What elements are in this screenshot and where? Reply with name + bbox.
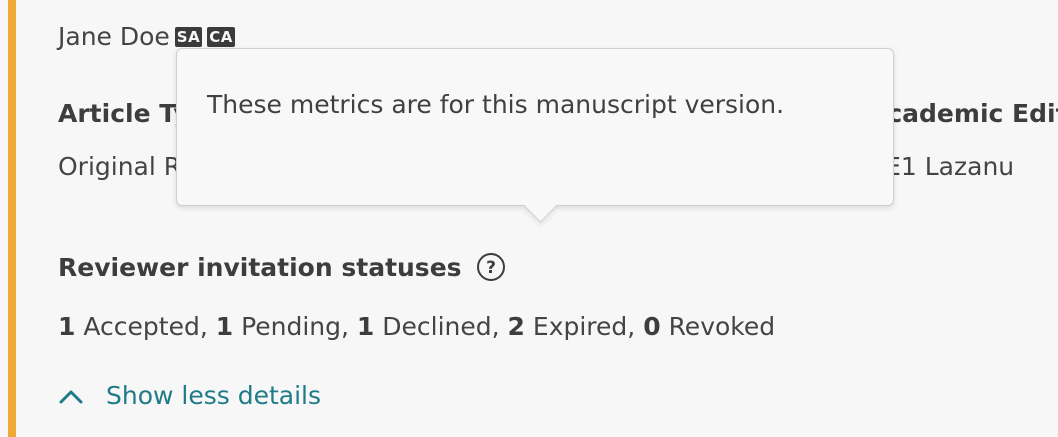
reviewer-statuses-title: Reviewer invitation statuses: [58, 252, 462, 282]
chevron-up-icon: [59, 390, 83, 403]
author-badge-ca: CA: [207, 26, 235, 47]
show-less-details-link[interactable]: Show less details: [58, 381, 321, 410]
status-item: 1 Accepted,: [58, 312, 208, 341]
status-label: Pending,: [241, 312, 349, 341]
status-item: 0 Revoked: [643, 312, 775, 341]
author-badge-sa: SA: [174, 26, 203, 47]
status-label: Expired,: [532, 312, 636, 341]
show-less-details-label: Show less details: [106, 381, 322, 410]
tooltip-text: These metrics are for this manuscript ve…: [207, 90, 785, 119]
tooltip-arrow: [524, 190, 557, 223]
author-name: Jane Doe: [58, 22, 170, 51]
question-circle-icon[interactable]: ?: [476, 252, 506, 282]
status-label: Accepted,: [83, 312, 208, 341]
status-item: 1 Declined,: [357, 312, 500, 341]
reviewer-statuses-heading: Reviewer invitation statuses ?: [58, 252, 506, 282]
status-count: 2: [507, 312, 525, 341]
status-count: 1: [215, 312, 234, 341]
status-item: 1 Pending,: [216, 312, 349, 341]
metrics-tooltip: These metrics are for this manuscript ve…: [176, 48, 894, 223]
academic-editor-label: Academic Editor:: [868, 99, 1058, 128]
svg-text:?: ?: [486, 258, 496, 278]
status-label: Declined,: [382, 312, 500, 341]
author-line: Jane Doe SA CA: [58, 22, 235, 51]
status-item: 2 Expired,: [508, 312, 636, 341]
reviewer-status-list: 1 Accepted, 1 Pending, 1 Declined, 2 Exp…: [58, 312, 775, 341]
status-label: Revoked: [668, 312, 776, 341]
status-count: 0: [643, 312, 661, 341]
manuscript-card: Jane Doe SA CA Article Type: Original Re…: [0, 0, 1058, 437]
accent-bar: [8, 0, 16, 437]
status-count: 1: [58, 312, 76, 341]
status-count: 1: [356, 312, 375, 341]
